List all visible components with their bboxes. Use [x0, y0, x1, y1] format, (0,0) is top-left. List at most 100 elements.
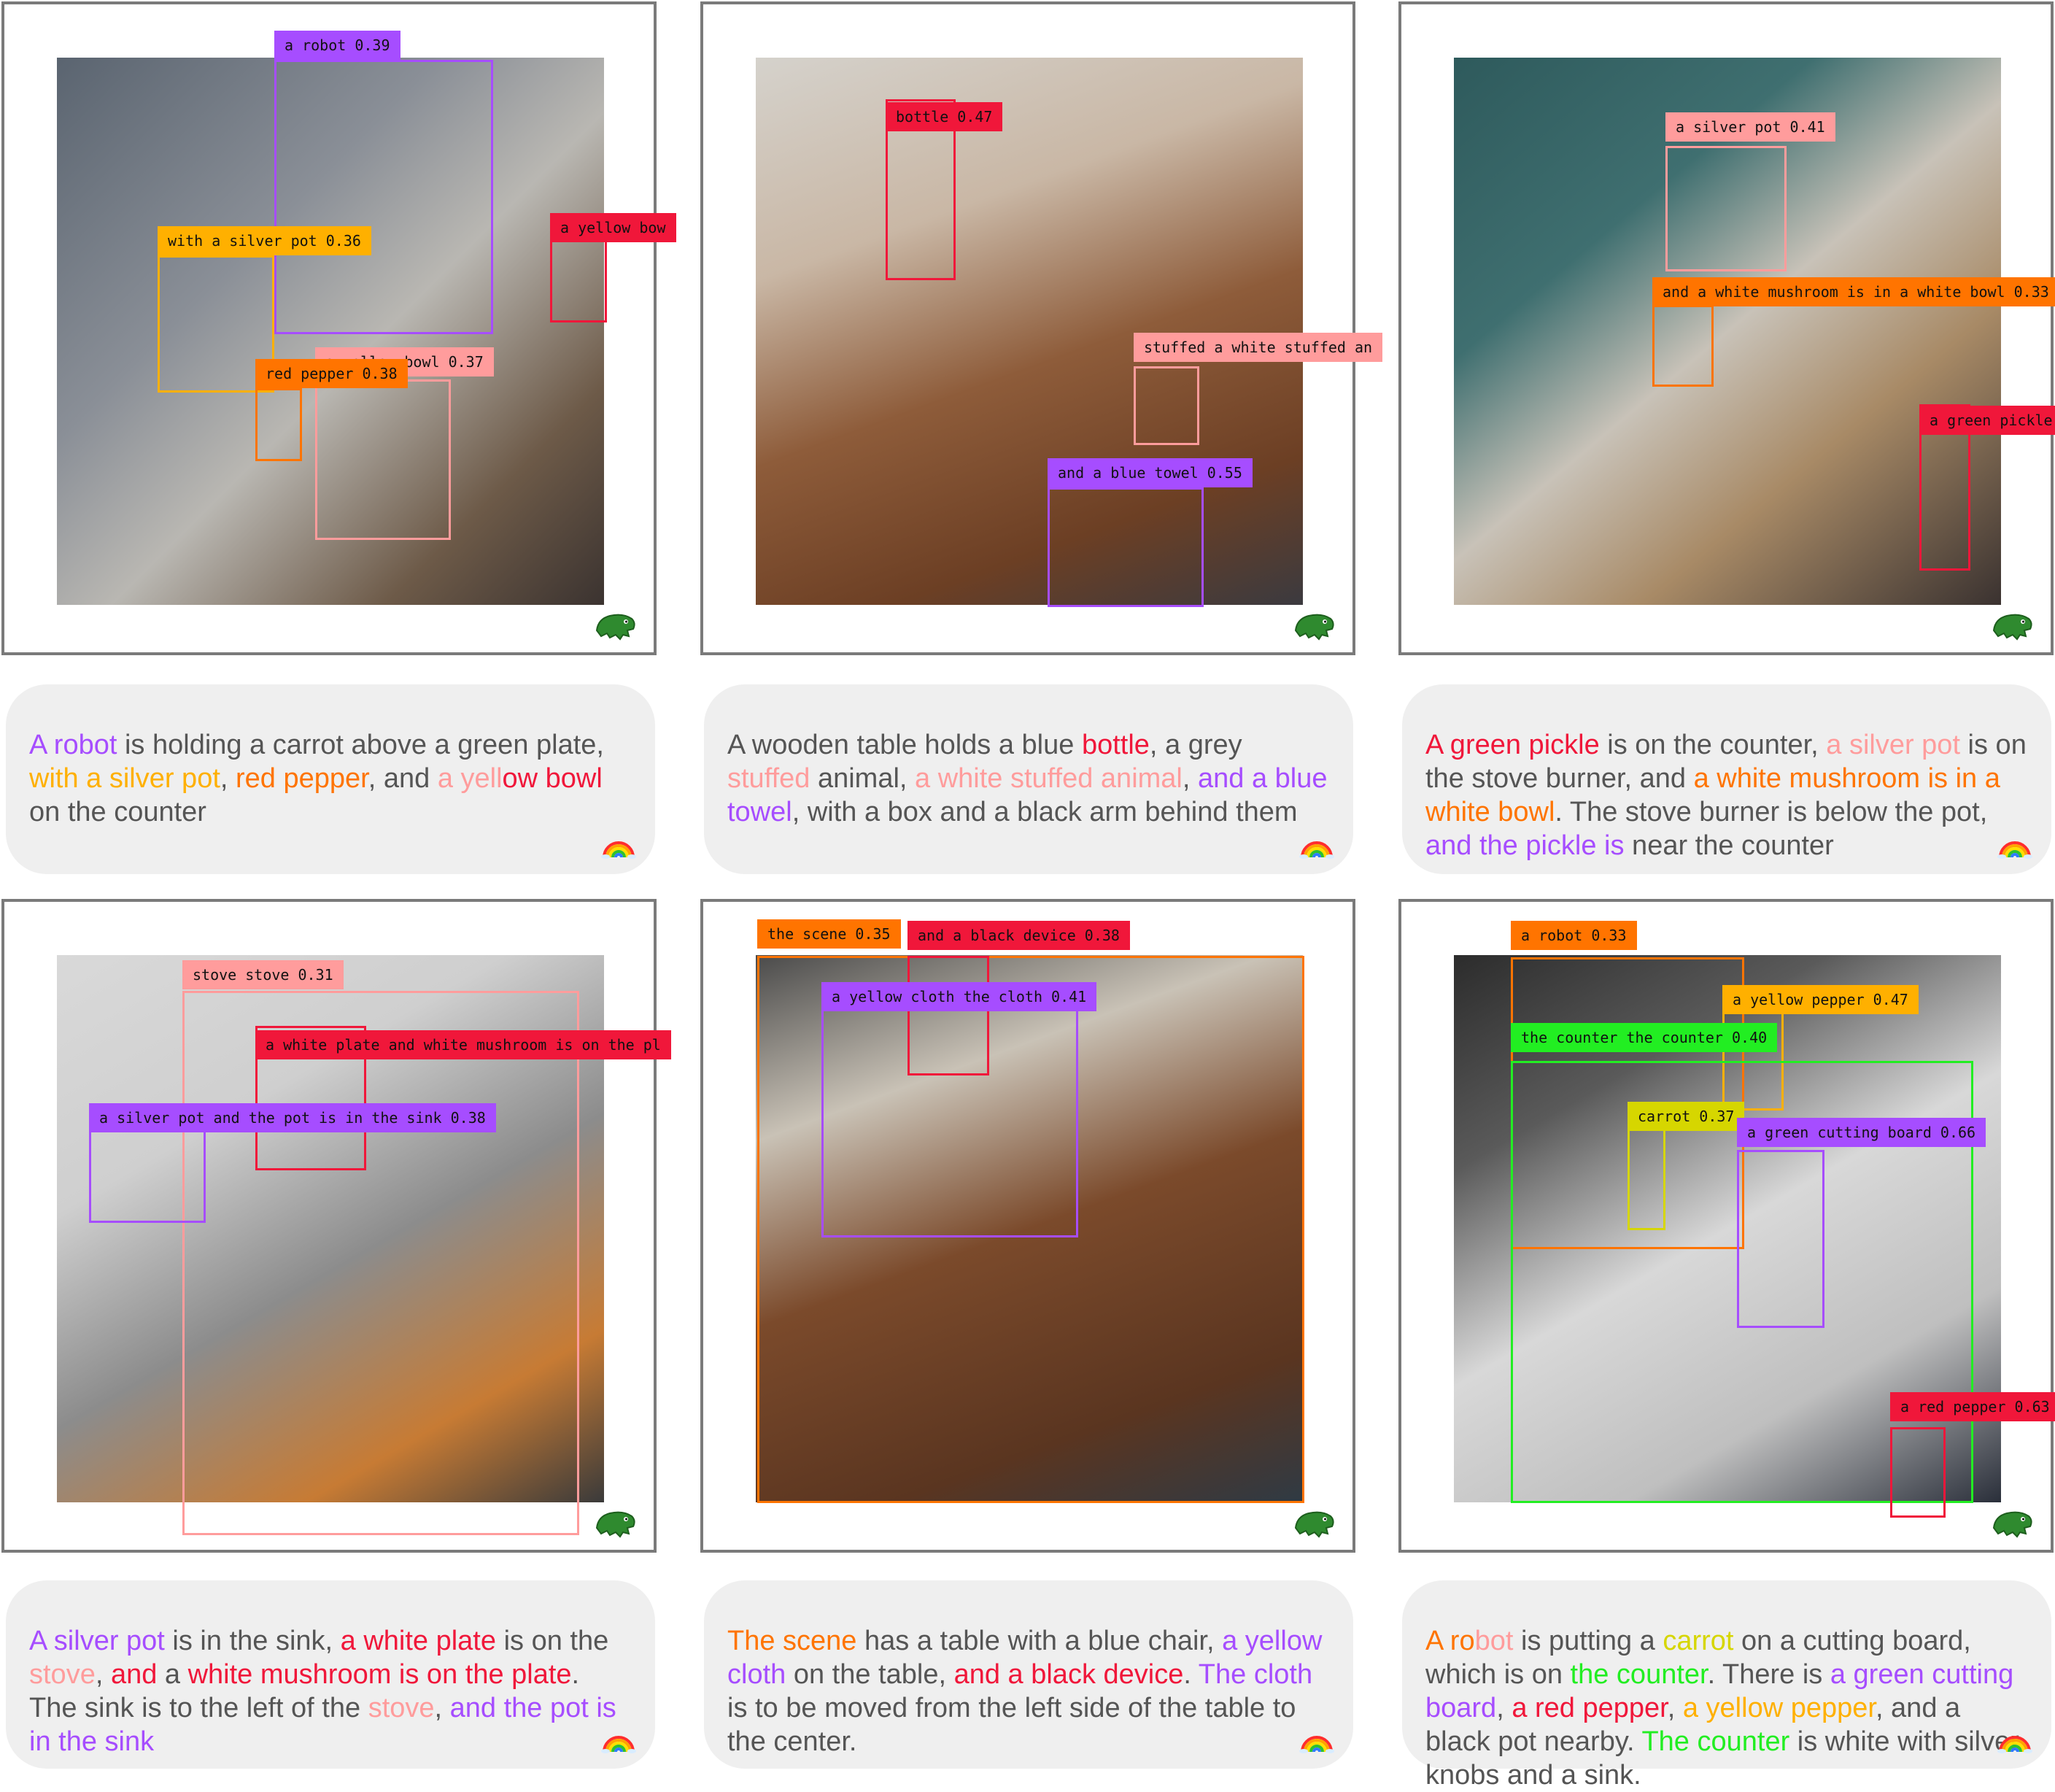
caption-phrase: . The stove burner is below the pot,	[1555, 797, 1995, 827]
caption-phrase: ,	[220, 763, 236, 794]
detection-panel: a silver pot 0.41 and a white mushroom is…	[1398, 1, 2055, 655]
detection-label: a red pepper 0.63	[1890, 1392, 2055, 1421]
bounding-box	[821, 986, 1078, 1237]
caption-phrase: animal,	[810, 763, 916, 794]
detection-label: stove stove 0.31	[182, 960, 344, 989]
detection-panel: bottle 0.47 stuffed a white stuffed an and…	[700, 1, 1383, 655]
detection-label: with a silver pot 0.36	[158, 226, 371, 255]
caption-phrase: is on the	[496, 1626, 616, 1656]
rainbow-icon	[1299, 1728, 1334, 1753]
caption-phrase: a silver pot	[1826, 730, 1960, 760]
caption-phrase: and the pickle is	[1425, 830, 1625, 861]
detection-label: a yellow cloth the cloth 0.41	[821, 982, 1097, 1011]
caption-phrase: the counter	[1570, 1659, 1708, 1690]
caption-phrase: a white plate	[340, 1626, 497, 1656]
caption-phrase: is on the counter,	[1599, 730, 1827, 760]
detection-label: carrot 0.37	[1628, 1102, 1745, 1131]
bounding-box	[274, 60, 493, 334]
caption-phrase: , and	[368, 763, 438, 794]
caption-phrase: The cloth	[1198, 1659, 1313, 1690]
dinosaur-icon	[1293, 1506, 1336, 1538]
caption-bubble: A silver pot is in the sink, a white pla…	[6, 1580, 655, 1769]
detection-label: a silver pot and the pot is in the sink …	[89, 1103, 496, 1132]
detection-panel: stove stove 0.31 a white plate and white …	[1, 899, 671, 1553]
caption-phrase: The counter	[1641, 1726, 1790, 1757]
caption-phrase: The scene	[727, 1626, 857, 1656]
detection-label: and a black device 0.38	[907, 921, 1130, 950]
detection-label: red pepper 0.38	[255, 359, 408, 388]
detection-label: a yellow pepper 0.47	[1722, 985, 1919, 1014]
caption-phrase: , a grey	[1149, 730, 1250, 760]
caption-phrase: is putting a	[1513, 1626, 1663, 1656]
caption-phrase: ,	[1496, 1693, 1512, 1723]
detection-label: a green pickle	[1919, 406, 2055, 435]
rainbow-icon	[1299, 833, 1334, 859]
caption-phrase: with a silver pot	[29, 763, 220, 794]
bounding-box	[1665, 146, 1787, 271]
dinosaur-icon	[1991, 1506, 2035, 1538]
caption-phrase: has a table with a blue chair,	[856, 1626, 1223, 1656]
caption-text: A green pickle is on the counter, a silv…	[1425, 728, 2029, 862]
caption-phrase: ,	[1667, 1693, 1683, 1723]
detection-label: stuffed a white stuffed an	[1134, 333, 1383, 362]
caption-phrase: , with a box and a black arm behind them	[792, 797, 1298, 827]
dinosaur-icon	[1293, 609, 1336, 641]
caption-phrase: ,	[1182, 763, 1198, 794]
bounding-box	[1628, 1128, 1665, 1230]
detection-label: a silver pot 0.41	[1665, 112, 1835, 142]
caption-phrase: bot	[1474, 1626, 1514, 1656]
detection-label: the counter the counter 0.40	[1511, 1023, 1778, 1052]
rainbow-icon	[601, 833, 636, 859]
detection-panel: a robot 0.33 a yellow pepper 0.47 the coun…	[1398, 899, 2055, 1553]
rainbow-icon	[1997, 1728, 2032, 1753]
caption-phrase: a	[157, 1659, 188, 1690]
caption-phrase: and	[110, 1659, 158, 1690]
caption-phrase: near the counter	[1624, 830, 1834, 861]
caption-phrase: ,	[95, 1659, 111, 1690]
detection-label: a robot 0.39	[274, 31, 400, 60]
detection-panel: the scene 0.35 and a black device 0.38 a y…	[700, 899, 1355, 1553]
bounding-box	[182, 991, 579, 1535]
caption-phrase: is in the sink,	[164, 1626, 341, 1656]
detection-panel: a robot 0.39 with a silver pot 0.36 a yell…	[1, 1, 676, 655]
detection-label: bottle 0.47	[886, 102, 1003, 131]
detection-label: a robot 0.33	[1511, 921, 1637, 950]
dinosaur-icon	[1991, 609, 2035, 641]
caption-phrase: bottle	[1081, 730, 1150, 760]
caption-phrase: stove	[368, 1693, 435, 1723]
caption-phrase: A ro	[1425, 1626, 1475, 1656]
dinosaur-icon	[594, 1506, 638, 1538]
caption-text: A robot is putting a carrot on a cutting…	[1425, 1624, 2029, 1792]
bounding-box	[1652, 305, 1714, 387]
caption-phrase: a red pepper	[1512, 1693, 1668, 1723]
caption-bubble: A robot is holding a carrot above a gree…	[6, 684, 655, 874]
bounding-box	[1737, 1150, 1824, 1328]
bounding-box	[1134, 366, 1199, 445]
caption-phrase: ow bowl	[502, 763, 603, 794]
caption-bubble: A wooden table holds a blue bottle, a gr…	[704, 684, 1353, 874]
caption-phrase: A wooden table holds a blue	[727, 730, 1082, 760]
caption-phrase: a yellow pepper	[1682, 1693, 1876, 1723]
dinosaur-icon	[594, 609, 638, 641]
caption-text: A wooden table holds a blue bottle, a gr…	[727, 728, 1331, 829]
caption-phrase: .	[1183, 1659, 1199, 1690]
caption-phrase: A robot	[29, 730, 117, 760]
caption-phrase: stuffed	[727, 763, 810, 794]
detection-label: a white plate and white mushroom is on t…	[255, 1030, 671, 1059]
detection-label: a green cutting board 0.66	[1737, 1118, 1986, 1147]
caption-phrase: carrot	[1663, 1626, 1734, 1656]
caption-bubble: A green pickle is on the counter, a silv…	[1402, 684, 2051, 874]
bounding-box	[255, 388, 302, 461]
scene-photo	[756, 58, 1303, 605]
caption-phrase: ,	[434, 1693, 450, 1723]
caption-text: A silver pot is in the sink, a white pla…	[29, 1624, 633, 1758]
caption-text: A robot is holding a carrot above a gree…	[29, 728, 633, 829]
caption-bubble: The scene has a table with a blue chair,…	[704, 1580, 1353, 1769]
caption-phrase: a white stuffed animal	[915, 763, 1183, 794]
detection-label: a yellow bow	[550, 213, 676, 242]
caption-phrase: A silver pot	[29, 1626, 165, 1656]
detection-label: and a blue towel 0.55	[1048, 458, 1253, 487]
caption-phrase: . There is	[1707, 1659, 1830, 1690]
caption-phrase: red pepper	[236, 763, 368, 794]
caption-text: The scene has a table with a blue chair,…	[727, 1624, 1331, 1758]
